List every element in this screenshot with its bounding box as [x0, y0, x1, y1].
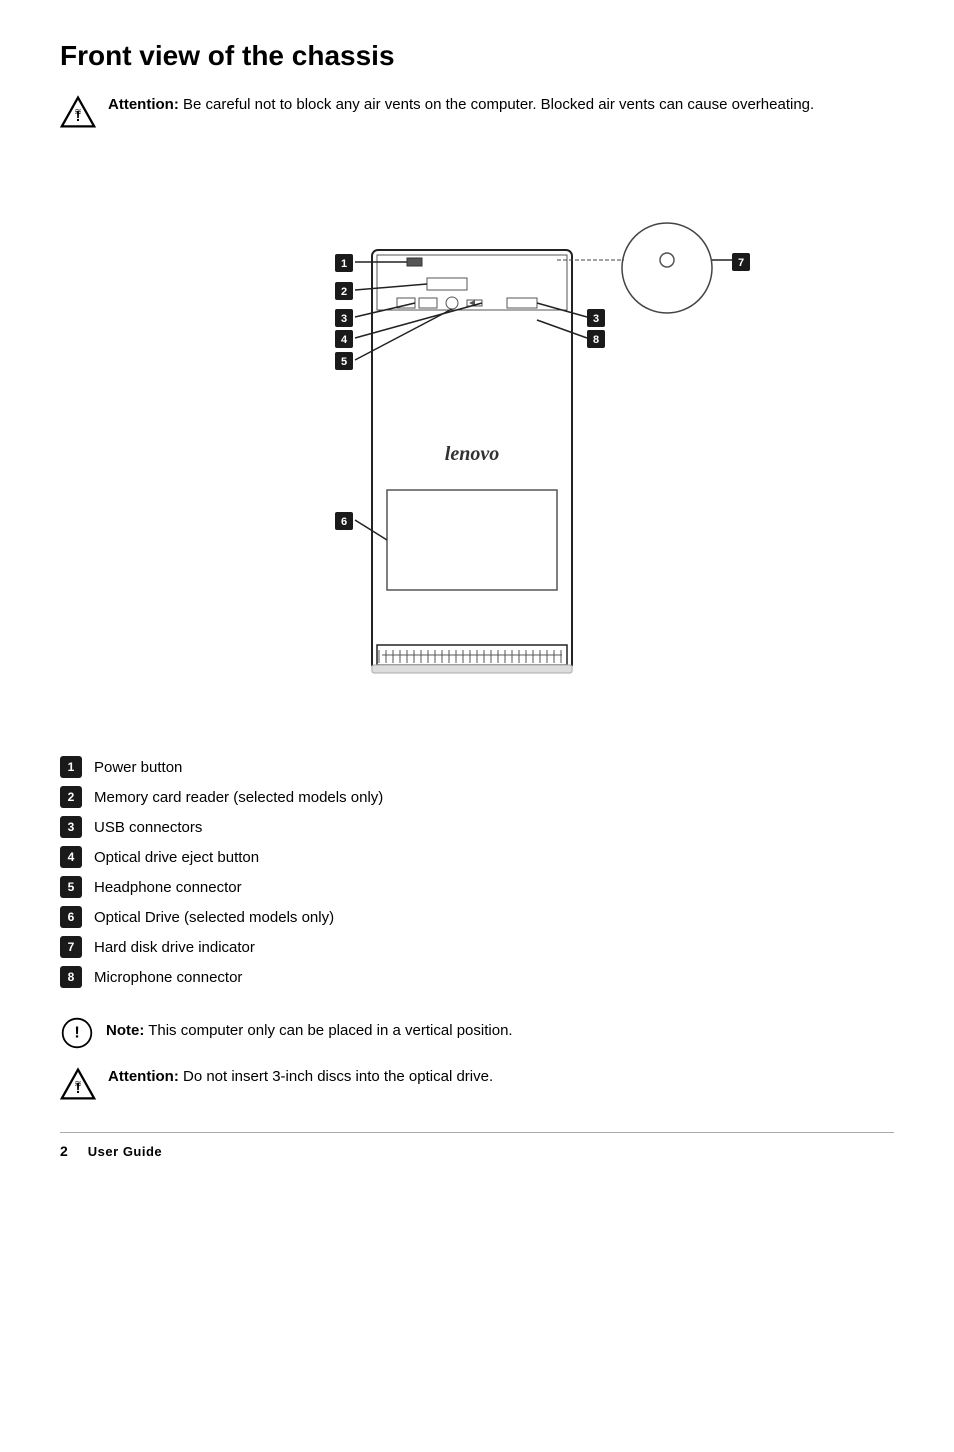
- legend-list: 1 Power button 2 Memory card reader (sel…: [60, 756, 894, 988]
- legend-item-3: 3 USB connectors: [60, 816, 894, 838]
- legend-item-6: 6 Optical Drive (selected models only): [60, 906, 894, 928]
- legend-item-4: 4 Optical drive eject button: [60, 846, 894, 868]
- attention-text-1: Attention: Be careful not to block any a…: [108, 94, 814, 117]
- legend-item-5: 5 Headphone connector: [60, 876, 894, 898]
- legend-badge-6: 6: [60, 906, 82, 928]
- legend-text-2: Memory card reader (selected models only…: [94, 787, 383, 808]
- svg-text:2: 2: [341, 286, 347, 298]
- svg-text:4: 4: [341, 334, 348, 346]
- legend-badge-3: 3: [60, 816, 82, 838]
- legend-badge-5: 5: [60, 876, 82, 898]
- note-icon: !: [60, 1016, 94, 1050]
- legend-text-5: Headphone connector: [94, 877, 242, 898]
- chassis-diagram: lenovo 1 7 2: [60, 160, 894, 720]
- footer-page-number: 2: [60, 1143, 68, 1159]
- svg-text:7: 7: [738, 257, 744, 269]
- svg-text:lenovo: lenovo: [445, 443, 499, 465]
- legend-badge-1: 1: [60, 756, 82, 778]
- svg-text:6: 6: [341, 516, 347, 528]
- attention-icon-2: ! ≋: [60, 1066, 96, 1102]
- legend-item-1: 1 Power button: [60, 756, 894, 778]
- note-text: Note: This computer only can be placed i…: [106, 1016, 513, 1043]
- diagram-svg: lenovo 1 7 2: [187, 160, 767, 720]
- legend-item-7: 7 Hard disk drive indicator: [60, 936, 894, 958]
- svg-text:≋: ≋: [74, 107, 82, 117]
- legend-badge-4: 4: [60, 846, 82, 868]
- legend-item-2: 2 Memory card reader (selected models on…: [60, 786, 894, 808]
- attention-block-2: ! ≋ Attention: Do not insert 3-inch disc…: [60, 1066, 894, 1102]
- svg-text:1: 1: [341, 258, 347, 270]
- legend-text-8: Microphone connector: [94, 967, 242, 988]
- attention-block-1: ! ≋ Attention: Be careful not to block a…: [60, 94, 894, 130]
- footer-page-label: User Guide: [88, 1144, 162, 1159]
- svg-text:3: 3: [593, 313, 599, 325]
- legend-badge-7: 7: [60, 936, 82, 958]
- legend-item-8: 8 Microphone connector: [60, 966, 894, 988]
- legend-text-7: Hard disk drive indicator: [94, 937, 255, 958]
- svg-text:!: !: [74, 1023, 79, 1041]
- legend-badge-2: 2: [60, 786, 82, 808]
- svg-text:≋: ≋: [74, 1079, 82, 1089]
- svg-text:8: 8: [593, 334, 599, 346]
- legend-text-3: USB connectors: [94, 817, 202, 838]
- attention-icon-1: ! ≋: [60, 94, 96, 130]
- footer: 2 User Guide: [60, 1132, 894, 1159]
- note-block: ! Note: This computer only can be placed…: [60, 1016, 894, 1050]
- attention-text-2: Attention: Do not insert 3-inch discs in…: [108, 1066, 493, 1089]
- page-title: Front view of the chassis: [60, 40, 894, 72]
- svg-text:5: 5: [341, 356, 347, 368]
- legend-text-1: Power button: [94, 757, 182, 778]
- svg-text:3: 3: [341, 313, 347, 325]
- legend-text-6: Optical Drive (selected models only): [94, 907, 334, 928]
- legend-text-4: Optical drive eject button: [94, 847, 259, 868]
- legend-badge-8: 8: [60, 966, 82, 988]
